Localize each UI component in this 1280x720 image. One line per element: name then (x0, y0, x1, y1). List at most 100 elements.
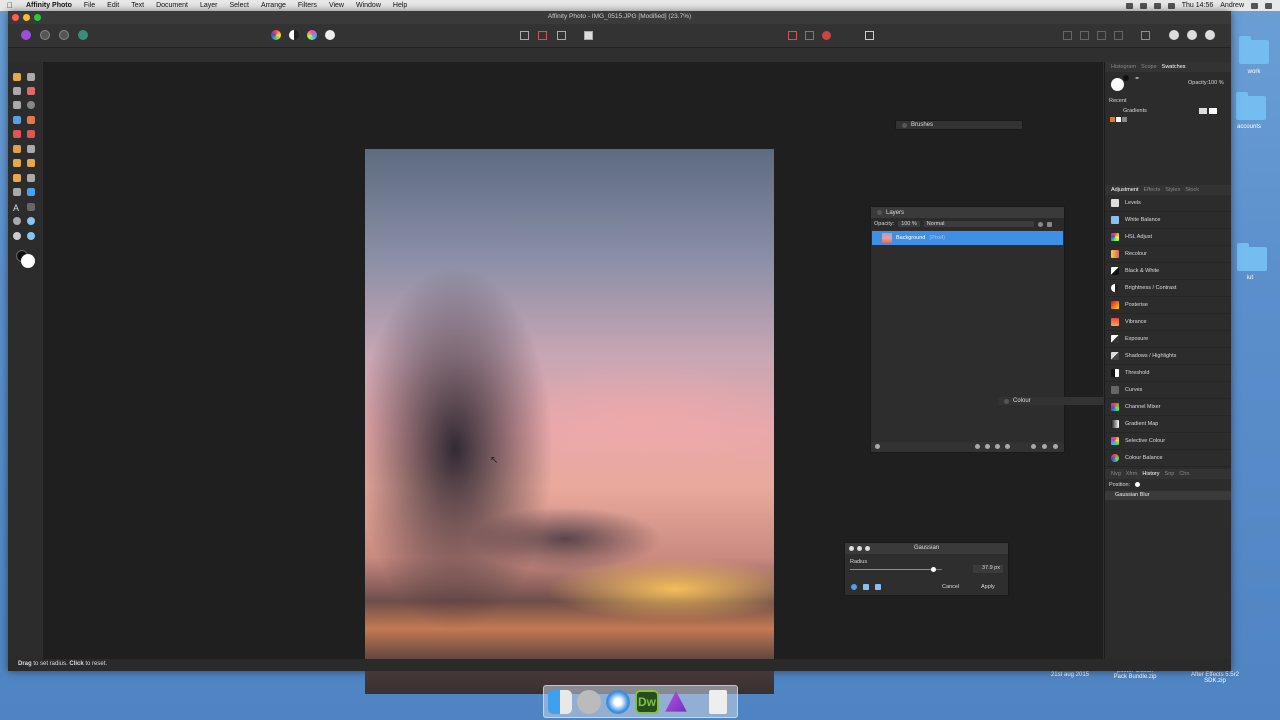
apply-button[interactable]: Apply (981, 584, 995, 590)
export-persona-icon[interactable] (78, 30, 88, 40)
paint-brush-icon[interactable] (13, 130, 21, 138)
adjustment-item[interactable]: Shadows / Highlights (1105, 348, 1231, 365)
finder-icon[interactable] (548, 690, 572, 714)
adjustment-item[interactable]: Vibrance (1105, 314, 1231, 331)
menu-text[interactable]: Text (125, 0, 150, 11)
tab-transform[interactable]: Xfrm (1126, 471, 1138, 477)
adjustment-item[interactable]: Gradient Map (1105, 416, 1231, 433)
fx-icon[interactable] (995, 444, 1000, 449)
adjustment-item[interactable]: Selective Colour (1105, 433, 1231, 450)
battery-icon[interactable] (1167, 2, 1175, 9)
desktop-file-label[interactable]: After Effects 5.5r2 SDK.zip (1190, 672, 1240, 684)
apple-icon[interactable]:  (0, 1, 20, 10)
arrange-icon[interactable] (1080, 31, 1089, 40)
gradients-select[interactable]: Gradients (1123, 108, 1147, 114)
view-mode-icon[interactable] (1169, 30, 1179, 40)
auto-colour-icon[interactable] (307, 30, 317, 40)
colour-swatch-primary[interactable] (1111, 78, 1124, 91)
brushes-panel[interactable]: Brushes (895, 120, 1023, 130)
adjustment-item[interactable]: Brightness / Contrast (1105, 280, 1231, 297)
adjustment-item[interactable]: Exposure (1105, 331, 1231, 348)
arrange-icon[interactable] (1097, 31, 1106, 40)
history-item[interactable]: Gaussian Blur (1105, 491, 1231, 500)
align-icon[interactable] (788, 31, 797, 40)
duplicate-icon[interactable] (1042, 444, 1047, 449)
history-slider-handle[interactable] (1135, 482, 1140, 487)
adjustment-item[interactable]: Channel Mixer (1105, 399, 1231, 416)
swatch-grey[interactable] (1122, 117, 1127, 122)
tab-history[interactable]: History (1142, 471, 1159, 477)
adjustment-item[interactable]: Levels (1105, 195, 1231, 212)
preview-icon[interactable] (851, 584, 857, 590)
colour-panel[interactable]: Colour (998, 397, 1108, 405)
eyedropper-icon[interactable]: ✒ (1135, 76, 1140, 82)
tab-adjustment[interactable]: Adjustment (1111, 187, 1139, 193)
adjustment-item[interactable]: HSL Adjust (1105, 229, 1231, 246)
tab-navigator[interactable]: Nvg (1111, 471, 1121, 477)
new-layer-icon[interactable] (1031, 444, 1036, 449)
menu-document[interactable]: Document (150, 0, 194, 11)
snapping-icon[interactable] (822, 31, 831, 40)
menubar-clock[interactable]: Thu 14:56 (1182, 2, 1214, 9)
swatch-view-icon[interactable] (1199, 108, 1207, 114)
zoom-tool-icon[interactable] (13, 217, 21, 225)
layer-row-background[interactable]: Background (Pixel) (872, 231, 1063, 245)
rectangle-tool-icon[interactable] (27, 188, 35, 196)
tab-swatches[interactable]: Swatches (1162, 64, 1186, 70)
colour-picker-icon[interactable] (27, 232, 35, 240)
cancel-button[interactable]: Cancel (942, 584, 959, 590)
inpainting-tool-icon[interactable] (13, 174, 21, 182)
pen-tool-icon[interactable] (13, 188, 21, 196)
mesh-tool-icon[interactable] (13, 232, 21, 240)
erase-brush-icon[interactable] (13, 145, 21, 153)
adjustment-item[interactable]: White Balance (1105, 212, 1231, 229)
develop-persona-icon[interactable] (59, 30, 69, 40)
menubar-user[interactable]: Andrew (1220, 2, 1244, 9)
menu-help[interactable]: Help (387, 0, 413, 11)
spotlight-icon[interactable] (1251, 2, 1258, 9)
tab-styles[interactable]: Styles (1165, 187, 1180, 193)
volume-icon[interactable] (1153, 2, 1161, 9)
desktop-folder-label-work[interactable]: work (1224, 69, 1280, 75)
radius-value-field[interactable]: 37.9 px (973, 565, 1003, 573)
menu-window[interactable]: Window (350, 0, 387, 11)
document-image[interactable] (365, 149, 774, 694)
menu-edit[interactable]: Edit (101, 0, 125, 11)
swatch-view-icon[interactable] (1209, 108, 1217, 114)
colour-swatch-secondary[interactable] (1123, 75, 1129, 81)
adjustment-item[interactable]: Colour Balance (1105, 450, 1231, 467)
move-tool-icon[interactable] (27, 73, 35, 81)
blend-mode-select[interactable]: Normal (923, 221, 1034, 227)
layers-panel[interactable]: Layers Opacity: 100 % Normal Background … (870, 206, 1065, 453)
auto-levels-icon[interactable] (271, 30, 281, 40)
quick-mask-icon[interactable] (584, 31, 593, 40)
folder-icon[interactable] (1237, 243, 1267, 271)
studio-icon[interactable] (1141, 31, 1150, 40)
status-icon[interactable] (1125, 2, 1133, 9)
safari-icon[interactable] (606, 690, 630, 714)
selection-brush-icon[interactable] (13, 101, 21, 109)
mask-icon[interactable] (975, 444, 980, 449)
adjustment-item[interactable]: Posterise (1105, 297, 1231, 314)
swatch-orange[interactable] (1110, 117, 1115, 122)
folder-icon[interactable] (1239, 36, 1269, 64)
tab-scope[interactable]: Scope (1141, 64, 1157, 70)
eyedropper-tool-icon[interactable] (27, 87, 35, 95)
split-preview-icon[interactable] (863, 584, 869, 590)
tab-effects[interactable]: Effects (1144, 187, 1161, 193)
primary-colour-swatch[interactable] (21, 254, 35, 268)
marquee-tool-icon[interactable] (27, 101, 35, 109)
auto-white-balance-icon[interactable] (325, 30, 335, 40)
studio-opacity-field[interactable]: 100 % (1208, 80, 1224, 86)
frame-text-icon[interactable] (27, 203, 35, 211)
deselect-icon[interactable] (538, 31, 547, 40)
settings-icon[interactable] (1037, 221, 1043, 227)
wifi-icon[interactable] (1139, 2, 1147, 9)
panel-close-icon[interactable] (1004, 398, 1009, 404)
arrange-icon[interactable] (1063, 31, 1072, 40)
folder-icon[interactable] (1236, 92, 1266, 120)
clone-tool-icon[interactable] (13, 159, 21, 167)
red-eye-tool-icon[interactable] (27, 174, 35, 182)
notification-icon[interactable] (1265, 2, 1272, 9)
hand-tool-icon[interactable] (13, 73, 21, 81)
